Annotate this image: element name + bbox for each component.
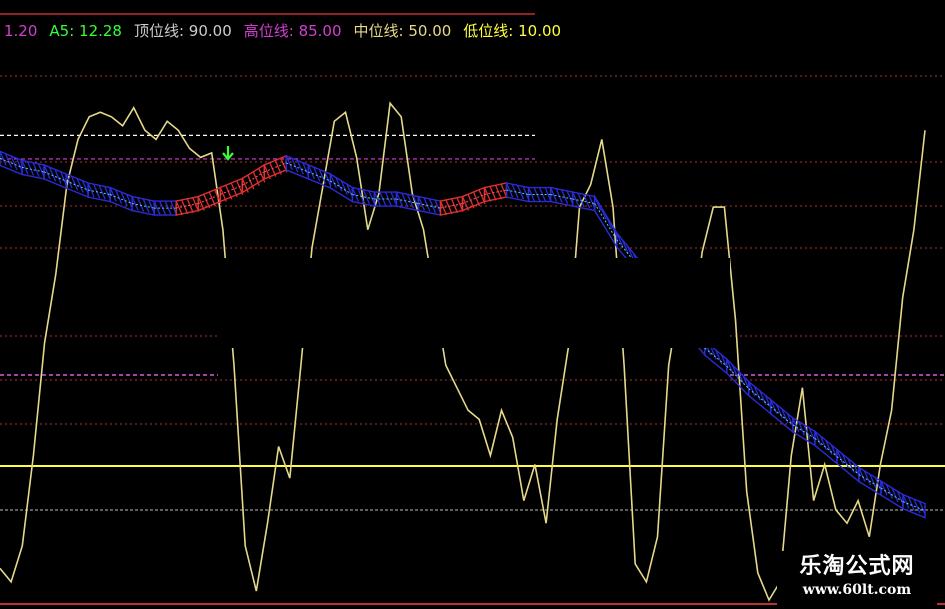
legend-top-line: 顶位线: 90.00 (133, 22, 232, 40)
chart-stage: 1.20 A5: 12.28 顶位线: 90.00 高位线: 85.00 中位线… (0, 0, 945, 609)
watermark-url: www.60lt.com (802, 582, 912, 598)
legend-mid-line: 中位线: 50.00 (353, 22, 452, 40)
watermark-title: 乐淘公式网 (799, 554, 915, 579)
indicator-chart (0, 0, 945, 609)
occluded-region (218, 258, 730, 348)
legend-high-line: 高位线: 85.00 (243, 22, 342, 40)
legend-a4: 1.20 (4, 22, 38, 40)
legend-low-line: 低位线: 10.00 (463, 22, 562, 40)
legend-a5: A5: 12.28 (49, 22, 122, 40)
indicator-legend: 1.20 A5: 12.28 顶位线: 90.00 高位线: 85.00 中位线… (4, 20, 561, 42)
site-watermark: 乐淘公式网 www.60lt.com (777, 551, 937, 605)
